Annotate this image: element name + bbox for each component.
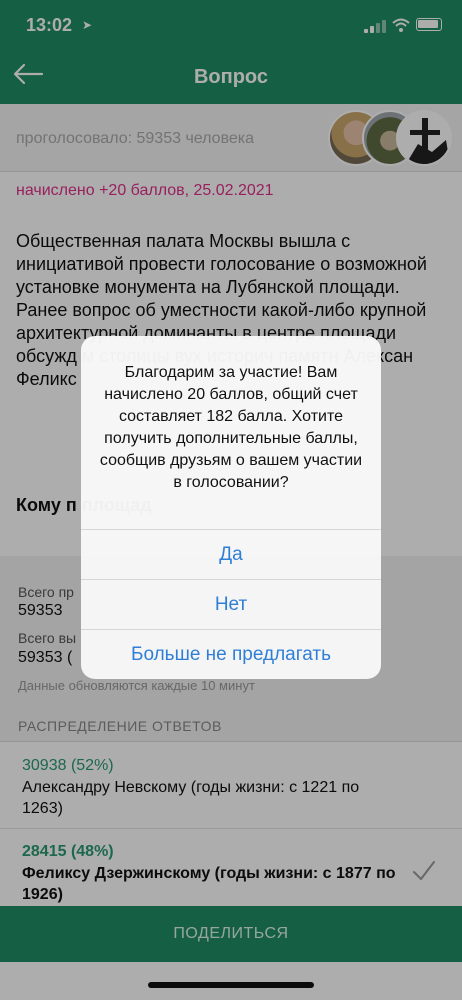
no-button[interactable]: Нет	[81, 579, 381, 629]
never-ask-button[interactable]: Больше не предлагать	[81, 629, 381, 679]
yes-button[interactable]: Да	[81, 529, 381, 579]
dialog-message: Благодарим за участие! Вам начислено 20 …	[99, 364, 363, 491]
alert-dialog: Благодарим за участие! Вам начислено 20 …	[81, 336, 381, 679]
